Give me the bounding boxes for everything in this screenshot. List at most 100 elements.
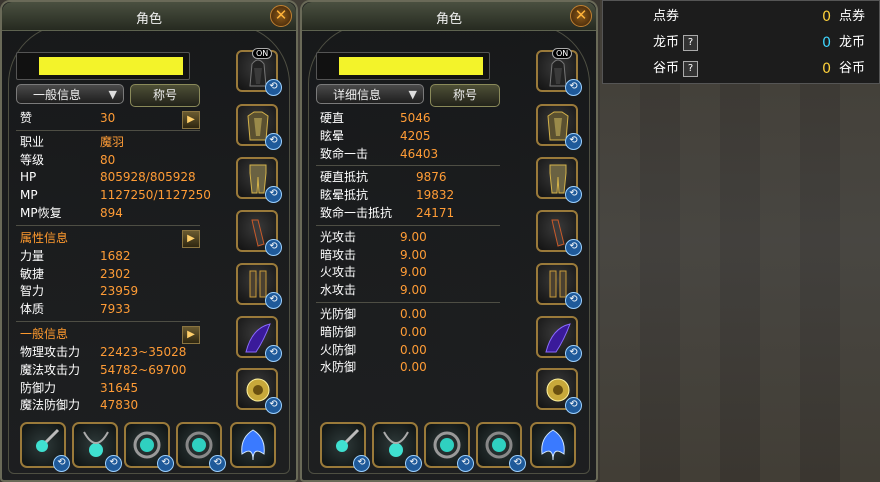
equip-slot-boots[interactable]: ⟲ — [536, 263, 582, 309]
swap-icon[interactable]: ⟲ — [265, 397, 282, 414]
section-title: 属性信息 — [20, 230, 69, 245]
swap-icon[interactable]: ⟲ — [565, 186, 582, 203]
swap-icon[interactable]: ⟲ — [209, 455, 226, 472]
character-panel-general: 角色 ✕ 一般信息 ▼ 称号 赞 30 ▶ 职业 魔羽 等级 80 HP 805928/… — [0, 0, 298, 482]
close-button[interactable]: ✕ — [570, 5, 592, 27]
stat-label: 物理攻击力 — [20, 344, 81, 359]
stat-label: 暗攻击 — [320, 247, 357, 262]
equip-slot-weapon[interactable]: ⟲ — [320, 422, 370, 472]
equip-slot-legs[interactable]: ⟲ — [536, 157, 582, 203]
stat-label: 致命一击 — [320, 146, 369, 161]
expand-arrow-icon[interactable]: ▶ — [182, 229, 200, 248]
stat-value: 0.00 — [400, 360, 427, 375]
stat-label: 火防御 — [320, 342, 357, 357]
equip-slot-wreath[interactable]: ⟲ — [536, 368, 582, 414]
swap-icon[interactable]: ⟲ — [265, 345, 282, 362]
equip-slot-emblem[interactable] — [530, 422, 576, 468]
equip-slot-boots[interactable]: ⟲ — [236, 263, 282, 309]
stat-label: 火攻击 — [320, 265, 357, 280]
stat-label: 眩晕抵抗 — [320, 188, 369, 203]
swap-icon[interactable]: ⟲ — [157, 455, 174, 472]
swap-icon[interactable]: ⟲ — [405, 455, 422, 472]
swap-icon[interactable]: ⟲ — [353, 455, 370, 472]
stat-value: 805928/805928 — [100, 170, 196, 185]
character-name-bar — [316, 52, 490, 80]
currency-value: 0 — [822, 35, 831, 51]
dropdown-label: 详细信息 — [333, 88, 382, 102]
title-button[interactable]: 称号 — [430, 84, 500, 107]
equip-slot-gloves[interactable]: ⟲ — [536, 210, 582, 256]
info-dropdown[interactable]: 详细信息 ▼ — [316, 84, 424, 104]
equip-slot-earring[interactable]: ⟲ — [476, 422, 526, 472]
stat-value: 894 — [100, 205, 123, 220]
stat-label: 智力 — [20, 284, 45, 299]
swap-icon[interactable]: ⟲ — [565, 292, 582, 309]
swap-icon[interactable]: ⟲ — [565, 79, 582, 96]
character-panel-detail: 角色 ✕ 详细信息 ▼ 称号 硬直 5046 眩晕 4205 致命一击 46403 硬直… — [300, 0, 598, 482]
equip-slot-weapon[interactable]: ⟲ — [20, 422, 70, 472]
expand-arrow-icon[interactable]: ▶ — [182, 325, 200, 344]
help-icon[interactable]: ? — [683, 35, 698, 51]
currency-label: 龙币 — [652, 35, 679, 50]
stat-row: 光攻击 9.00 — [316, 229, 500, 247]
equip-slot-helmet[interactable]: ON ⟲ — [236, 48, 282, 96]
currency-panel: 点券 0 点券 龙币 ? 0 龙币 谷币 ? 0 谷币 — [602, 0, 880, 84]
equip-slot-wing[interactable]: ⟲ — [236, 316, 282, 362]
equip-slot-gloves[interactable]: ⟲ — [236, 210, 282, 256]
equip-slot-legs[interactable]: ⟲ — [236, 157, 282, 203]
swap-icon[interactable]: ⟲ — [565, 345, 582, 362]
title-bar[interactable]: 角色 ✕ — [2, 2, 296, 31]
title-bar[interactable]: 角色 ✕ — [302, 2, 596, 31]
stat-row: 水防御 0.00 — [316, 359, 500, 377]
stat-label: HP — [20, 170, 37, 185]
info-dropdown[interactable]: 一般信息 ▼ — [16, 84, 124, 104]
equip-slot-wing[interactable]: ⟲ — [536, 316, 582, 362]
stat-value: 19832 — [416, 188, 455, 203]
stat-row: 智力 23959 — [16, 283, 200, 301]
help-icon[interactable]: ? — [683, 61, 698, 77]
currency-row-grain-coin: 谷币 ? 0 谷币 — [603, 56, 879, 82]
stat-label: 魔法防御力 — [20, 398, 81, 413]
equip-slot-chest[interactable]: ⟲ — [236, 104, 282, 150]
stat-row: 职业 魔羽 — [16, 134, 200, 152]
stat-value: 0.00 — [400, 342, 427, 357]
swap-icon[interactable]: ⟲ — [265, 79, 282, 96]
equip-slot-necklace[interactable]: ⟲ — [72, 422, 122, 472]
section-title: 一般信息 — [20, 326, 69, 341]
equip-slot-earring[interactable]: ⟲ — [176, 422, 226, 472]
stat-row: 硬直抵抗 9876 — [316, 169, 500, 187]
stat-row: 致命一击 46403 — [316, 146, 500, 164]
equip-slot-chest[interactable]: ⟲ — [536, 104, 582, 150]
swap-icon[interactable]: ⟲ — [265, 239, 282, 256]
chevron-down-icon: ▼ — [408, 88, 417, 101]
close-button[interactable]: ✕ — [270, 5, 292, 27]
title-button[interactable]: 称号 — [130, 84, 200, 107]
equip-slot-necklace[interactable]: ⟲ — [372, 422, 422, 472]
swap-icon[interactable]: ⟲ — [565, 397, 582, 414]
swap-icon[interactable]: ⟲ — [457, 455, 474, 472]
swap-icon[interactable]: ⟲ — [265, 292, 282, 309]
stat-value: 46403 — [400, 146, 439, 161]
stat-row: 等级 80 — [16, 152, 200, 170]
stat-label: 水防御 — [320, 360, 357, 375]
equip-slot-ring[interactable]: ⟲ — [124, 422, 174, 472]
stat-label: 眩晕 — [320, 128, 345, 143]
swap-icon[interactable]: ⟲ — [265, 133, 282, 150]
emblem-icon — [541, 429, 565, 461]
equip-slot-wreath[interactable]: ⟲ — [236, 368, 282, 414]
swap-icon[interactable]: ⟲ — [509, 455, 526, 472]
currency-unit: 龙币 — [838, 35, 865, 50]
swap-icon[interactable]: ⟲ — [565, 133, 582, 150]
swap-icon[interactable]: ⟲ — [565, 239, 582, 256]
stat-value: 30 — [100, 111, 116, 125]
equip-slot-ring[interactable]: ⟲ — [424, 422, 474, 472]
stat-value: 7933 — [100, 302, 131, 317]
swap-icon[interactable]: ⟲ — [105, 455, 122, 472]
equip-slot-emblem[interactable] — [230, 422, 276, 468]
swap-icon[interactable]: ⟲ — [53, 455, 70, 472]
expand-arrow-icon[interactable]: ▶ — [182, 111, 200, 129]
stat-value: 31645 — [100, 380, 139, 395]
swap-icon[interactable]: ⟲ — [265, 186, 282, 203]
currency-label: 点券 — [652, 9, 679, 24]
equip-slot-helmet[interactable]: ON ⟲ — [536, 48, 582, 96]
